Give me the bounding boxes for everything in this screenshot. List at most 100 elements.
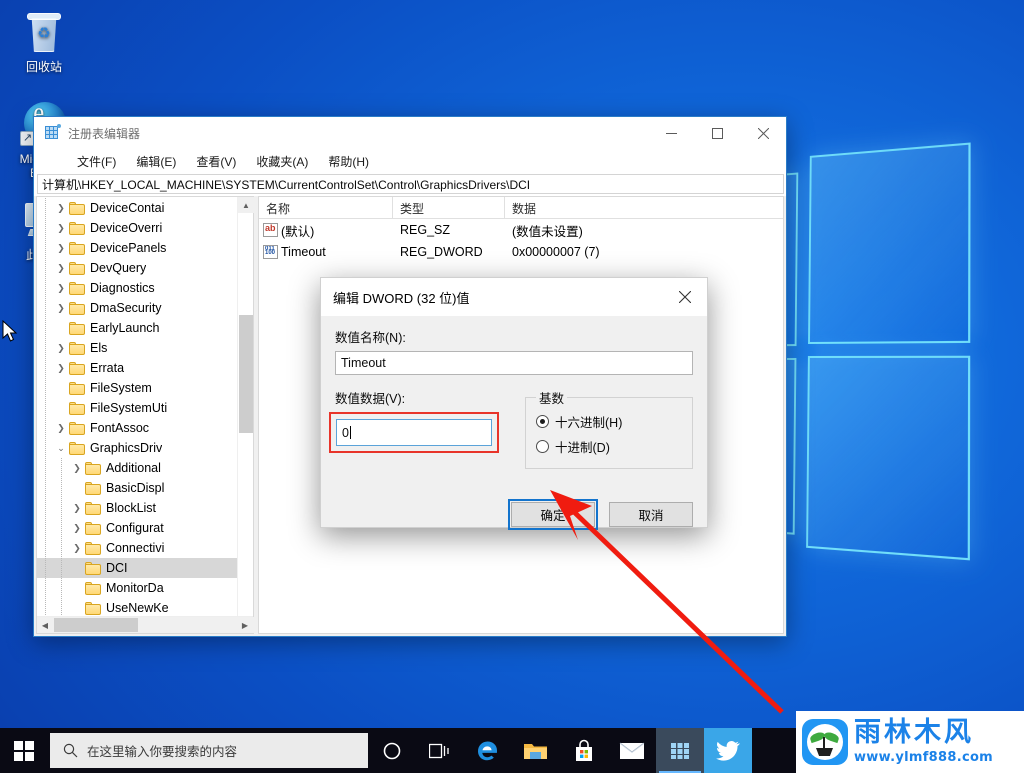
value-data-input[interactable]: 0: [336, 419, 492, 446]
scroll-right-arrow[interactable]: ▶: [237, 617, 253, 633]
edge-icon[interactable]: [464, 728, 512, 773]
tree-item-basicdispl[interactable]: BasicDispl: [37, 478, 253, 498]
chevron-right-icon[interactable]: ❯: [69, 500, 85, 516]
chevron-right-icon[interactable]: ❯: [53, 240, 69, 256]
chevron-right-icon[interactable]: ❯: [69, 520, 85, 536]
menu-favorites[interactable]: 收藏夹(A): [247, 150, 317, 173]
tree-item-dci[interactable]: DCI: [37, 558, 253, 578]
tree-item-monitorda[interactable]: MonitorDa: [37, 578, 253, 598]
chevron-right-icon[interactable]: ❯: [53, 340, 69, 356]
regedit-taskbar-icon[interactable]: [656, 728, 704, 773]
tree-item-deviceoverri[interactable]: ❯ DeviceOverri: [37, 218, 253, 238]
tree-item-earlylaunch[interactable]: EarlyLaunch: [37, 318, 253, 338]
tree-item-additional[interactable]: ❯Additional: [37, 458, 253, 478]
tree-leaf-spacer: [69, 480, 85, 496]
tree-item-blocklist[interactable]: ❯BlockList: [37, 498, 253, 518]
tree-item-connectivi[interactable]: ❯Connectivi: [37, 538, 253, 558]
desktop[interactable]: ♻ 回收站 e↗ Microsoft Edge 此电脑 注册表编辑器: [0, 0, 1024, 773]
radio-decimal-indicator[interactable]: [536, 440, 549, 453]
chevron-down-icon[interactable]: ⌄: [53, 440, 69, 456]
chevron-right-icon[interactable]: ❯: [53, 200, 69, 216]
menu-help[interactable]: 帮助(H): [319, 150, 378, 173]
folder-icon: [69, 342, 85, 355]
column-header-type[interactable]: 类型: [393, 197, 505, 218]
values-list[interactable]: (默认)REG_SZ(数值未设置)011100TimeoutREG_DWORD0…: [259, 219, 783, 263]
tree-item-fontassoc[interactable]: ❯FontAssoc: [37, 418, 253, 438]
tree-item-devicecontai[interactable]: ❯DeviceContai: [37, 198, 253, 218]
menu-view[interactable]: 查看(V): [187, 150, 245, 173]
tree-scroll-thumb[interactable]: [239, 315, 253, 433]
tree-item-errata[interactable]: ❯Errata: [37, 358, 253, 378]
tree-item-usenewke[interactable]: UseNewKe: [37, 598, 253, 616]
tree-indent-guide: [37, 458, 53, 478]
cortana-icon[interactable]: [368, 728, 416, 773]
registry-path-input[interactable]: 计算机\HKEY_LOCAL_MACHINE\SYSTEM\CurrentCon…: [37, 174, 784, 194]
ok-button[interactable]: 确定: [511, 502, 595, 527]
window-titlebar[interactable]: 注册表编辑器: [34, 117, 786, 149]
registry-tree-pane[interactable]: ❯DeviceContai❯DeviceOverri❯DevicePanels❯…: [36, 196, 254, 634]
menu-bar[interactable]: 文件(F) 编辑(E) 查看(V) 收藏夹(A) 帮助(H): [34, 149, 786, 174]
start-button[interactable]: [0, 728, 48, 773]
menu-file[interactable]: 文件(F): [68, 150, 125, 173]
tree-vertical-scrollbar[interactable]: ▲ ▼: [237, 197, 253, 633]
values-column-headers[interactable]: 名称 类型 数据: [259, 197, 783, 219]
mail-icon[interactable]: [608, 728, 656, 773]
minimize-button[interactable]: [648, 117, 694, 149]
chevron-right-icon[interactable]: ❯: [53, 220, 69, 236]
column-header-data[interactable]: 数据: [505, 197, 783, 218]
tree-item-filesystem[interactable]: FileSystem: [37, 378, 253, 398]
menu-edit[interactable]: 编辑(E): [127, 150, 185, 173]
folder-icon: [69, 242, 85, 255]
microsoft-store-icon[interactable]: [560, 728, 608, 773]
cancel-button[interactable]: 取消: [609, 502, 693, 527]
tree-indent-guide: [37, 378, 53, 398]
registry-tree[interactable]: ❯DeviceContai❯DeviceOverri❯DevicePanels❯…: [37, 197, 253, 616]
radio-decimal[interactable]: 十进制(D): [536, 434, 682, 459]
tree-item-els[interactable]: ❯Els: [37, 338, 253, 358]
value-name-input[interactable]: [335, 351, 693, 375]
task-view-icon[interactable]: [416, 728, 464, 773]
chevron-right-icon[interactable]: ❯: [53, 260, 69, 276]
close-button[interactable]: [740, 117, 786, 149]
dialog-titlebar[interactable]: 编辑 DWORD (32 位)值: [321, 278, 707, 316]
scroll-left-arrow[interactable]: ◀: [37, 617, 53, 633]
tree-item-dmasecurity[interactable]: ❯DmaSecurity: [37, 298, 253, 318]
tree-item-diagnostics[interactable]: ❯Diagnostics: [37, 278, 253, 298]
tree-indent-guide: [37, 398, 53, 418]
tree-item-filesystemuti[interactable]: FileSystemUti: [37, 398, 253, 418]
scroll-up-arrow[interactable]: ▲: [238, 197, 254, 213]
base-legend: 基数: [536, 388, 567, 407]
column-header-name[interactable]: 名称: [259, 197, 393, 218]
chevron-right-icon[interactable]: ❯: [69, 460, 85, 476]
chevron-right-icon[interactable]: ❯: [69, 540, 85, 556]
dialog-close-button[interactable]: [662, 278, 707, 316]
file-explorer-icon[interactable]: [512, 728, 560, 773]
value-row[interactable]: (默认)REG_SZ(数值未设置): [259, 219, 783, 241]
base-column: 基数 十六进制(H) 十进制(D): [525, 388, 693, 469]
tree-item-devquery[interactable]: ❯DevQuery: [37, 258, 253, 278]
taskbar-search-box[interactable]: 在这里输入你要搜索的内容: [50, 733, 368, 768]
value-row[interactable]: 011100TimeoutREG_DWORD0x00000007 (7): [259, 241, 783, 263]
regedit-app-icon: [44, 125, 60, 141]
tree-hscroll-thumb[interactable]: [54, 618, 138, 632]
tree-item-configurat[interactable]: ❯Configurat: [37, 518, 253, 538]
chevron-right-icon[interactable]: ❯: [53, 360, 69, 376]
radio-hexadecimal[interactable]: 十六进制(H): [536, 409, 682, 434]
address-bar[interactable]: 计算机\HKEY_LOCAL_MACHINE\SYSTEM\CurrentCon…: [34, 174, 786, 196]
folder-icon: [85, 462, 101, 475]
chevron-right-icon[interactable]: ❯: [53, 300, 69, 316]
window-title: 注册表编辑器: [68, 125, 648, 142]
chevron-right-icon[interactable]: ❯: [53, 420, 69, 436]
twitter-icon[interactable]: [704, 728, 752, 773]
maximize-button[interactable]: [694, 117, 740, 149]
edit-dword-dialog[interactable]: 编辑 DWORD (32 位)值 数值名称(N): 数值数据(V): 0: [320, 277, 708, 528]
value-data-label: 数值数据(V):: [335, 388, 507, 407]
recycle-bin-icon: ♻: [20, 8, 68, 56]
tree-item-graphicsdriv[interactable]: ⌄GraphicsDriv: [37, 438, 253, 458]
radio-hexadecimal-indicator[interactable]: [536, 415, 549, 428]
desktop-icon-recycle-bin[interactable]: ♻ 回收站: [6, 8, 82, 74]
chevron-right-icon[interactable]: ❯: [53, 280, 69, 296]
tree-horizontal-scrollbar[interactable]: ◀ ▶: [37, 616, 253, 633]
tree-item-label: DeviceOverri: [90, 221, 162, 235]
tree-item-devicepanels[interactable]: ❯DevicePanels: [37, 238, 253, 258]
